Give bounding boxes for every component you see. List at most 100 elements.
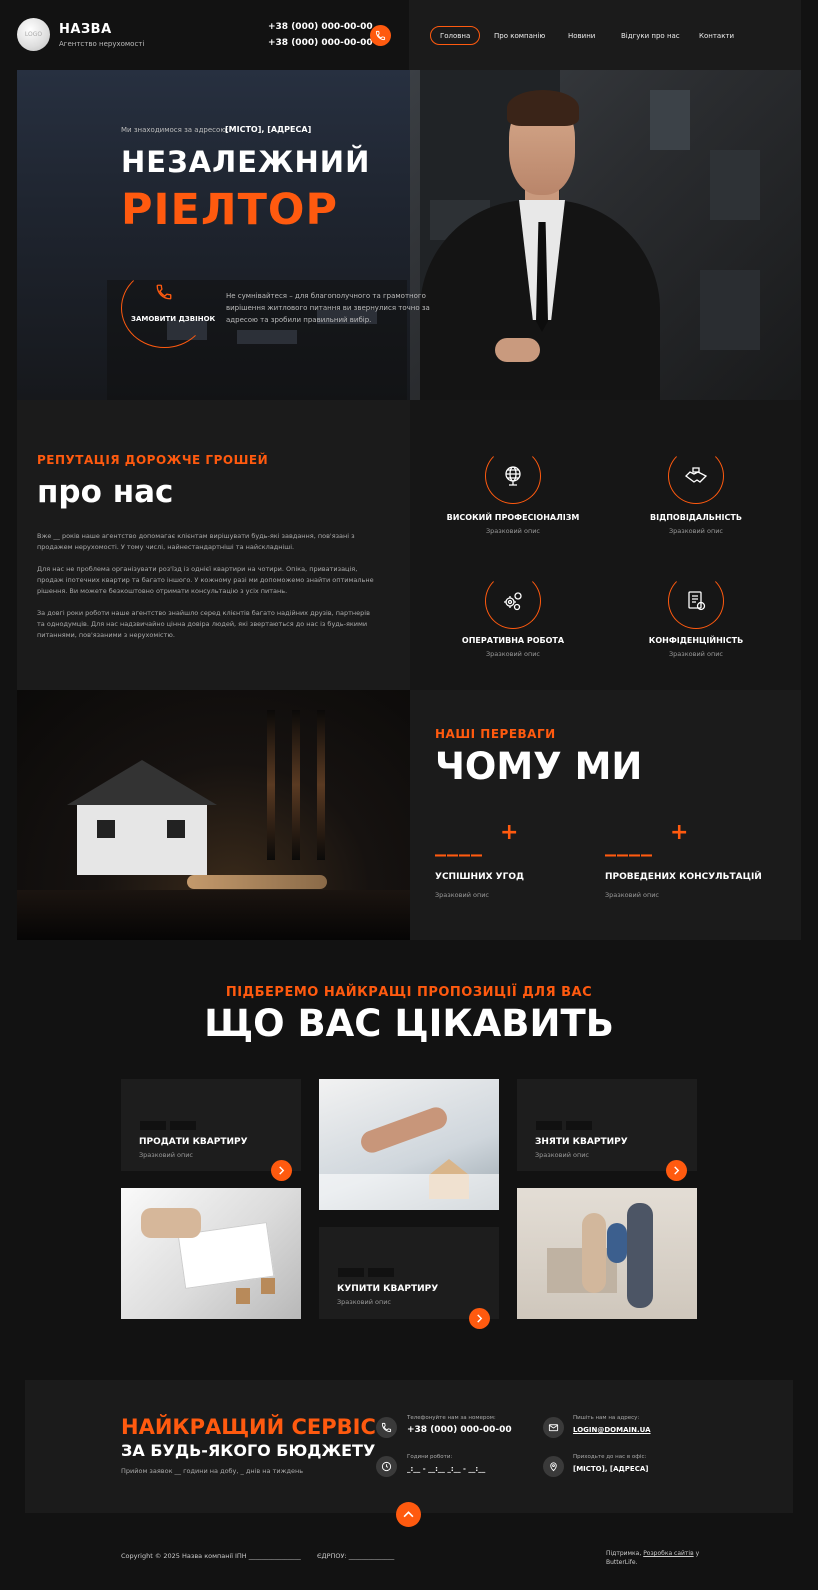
feature-title-4: КОНФІДЕНЦІЙНІСТЬ	[648, 636, 744, 645]
building-window	[650, 90, 690, 150]
feature-desc-4: Зразковий опис	[668, 650, 723, 658]
card-rent-arrow-button[interactable]	[666, 1160, 687, 1181]
contact-note: Прийом заявок __ години на добу, _ днів …	[121, 1467, 304, 1475]
email-label: Пишіть нам на адресу:	[573, 1415, 640, 1421]
feature-ring-1	[485, 448, 541, 504]
light-stripe	[267, 710, 275, 860]
contact-email[interactable]: LOGIN@DOMAIN.UA	[573, 1426, 651, 1434]
stat-title-1: УСПІШНИХ УГОД	[435, 872, 525, 882]
table-surface	[17, 890, 410, 940]
footer-ipn: ІПН ________________	[235, 1552, 301, 1560]
handshake-icon	[685, 467, 708, 483]
contact-title-2: ЗА БУДЬ-ЯКОГО БЮДЖЕТУ	[121, 1441, 376, 1460]
location-value: [МІСТО], [АДРЕСА]	[225, 125, 312, 134]
card-desc-rent: Зразковий опис	[535, 1151, 590, 1159]
hero-description: Не сумнівайтеся – для благополучного та …	[226, 292, 430, 324]
contact-phone[interactable]: +38 (000) 000-00-00	[407, 1425, 512, 1435]
card-buy-arrow-button[interactable]	[469, 1308, 490, 1329]
chevron-up-icon	[403, 1511, 414, 1518]
phone-contact-icon-circle	[376, 1417, 397, 1438]
page: LOGO НАЗВА Агентство нерухомості +38 (00…	[0, 0, 818, 1590]
stat-title-2: ПРОВЕДЕНИХ КОНСУЛЬТАЦІЙ	[605, 872, 762, 882]
services-subtitle: ПІДБЕРЕМО НАЙКРАЩІ ПРОПОЗИЦІЇ ДЛЯ ВАС	[225, 985, 593, 1000]
feature-desc-3: Зразковий опис	[485, 650, 540, 658]
brand-name[interactable]: НАЗВА	[59, 22, 112, 37]
feature-ring-3	[485, 573, 541, 629]
handshake-photo	[319, 1079, 499, 1210]
logo[interactable]: LOGO	[17, 18, 50, 51]
light-stripe	[292, 710, 300, 860]
feature-title-1: ВИСОКИЙ ПРОФЕСІОНАЛІЗМ	[446, 513, 580, 522]
documents-photo	[121, 1188, 301, 1319]
hours-label: Години роботи:	[407, 1454, 453, 1460]
house-model	[236, 1288, 250, 1304]
hero-background	[17, 70, 410, 400]
about-subtitle: РЕПУТАЦІЯ ДОРОЖЧЕ ГРОШЕЙ	[37, 453, 269, 467]
why-title: ЧОМУ МИ	[435, 745, 643, 788]
house-keys-photo	[17, 690, 410, 940]
header-phone-2[interactable]: +38 (000) 000-00-00	[268, 38, 373, 48]
location-contact-icon-circle	[543, 1456, 564, 1477]
footer-support-link[interactable]: Розробка сайтів	[643, 1550, 693, 1557]
location-label: Ми знаходимося за адресою:	[121, 126, 229, 134]
feature-title-3: ОПЕРАТИВНА РОБОТА	[461, 636, 565, 645]
nav-home[interactable]: Головна	[430, 26, 481, 45]
card-placeholder-bars	[536, 1121, 592, 1130]
globe-icon	[505, 466, 521, 486]
nav-about[interactable]: Про компанію	[494, 26, 545, 45]
contact-office: [МІСТО], [АДРЕСА]	[573, 1465, 649, 1473]
feature-desc-1: Зразковий опис	[485, 527, 540, 535]
scroll-to-top-button[interactable]	[396, 1502, 421, 1527]
chevron-right-icon	[279, 1166, 285, 1175]
woman	[582, 1213, 606, 1293]
document-icon	[688, 591, 706, 611]
man-hand	[495, 338, 540, 362]
nav-news[interactable]: Новини	[568, 26, 595, 45]
footer-support: Підтримка, Розробка сайтів у ButterLife.	[606, 1549, 716, 1567]
feature-ring-2	[668, 448, 724, 504]
card-placeholder-bars	[140, 1121, 196, 1130]
chevron-right-icon	[477, 1314, 483, 1323]
stat-desc-1: Зразковий опис	[435, 891, 490, 899]
keys	[187, 875, 327, 889]
brand-subtitle: Агентство нерухомості	[59, 40, 145, 48]
card-placeholder-bars	[338, 1268, 394, 1277]
clock-icon	[381, 1461, 392, 1472]
card-title-sell[interactable]: ПРОДАТИ КВАРТИРУ	[139, 1137, 248, 1147]
email-contact-icon-circle	[543, 1417, 564, 1438]
phone-icon[interactable]	[155, 283, 173, 301]
card-sell-arrow-button[interactable]	[271, 1160, 292, 1181]
phone-label: Телефонуйте нам за номером:	[407, 1415, 496, 1421]
house-window	[167, 820, 185, 838]
building-window	[700, 270, 760, 350]
building-window	[710, 150, 760, 220]
about-paragraph-2: Для нас не проблема організувати роз'їзд…	[37, 565, 374, 595]
services-title: ЩО ВАС ЦІКАВИТЬ	[204, 1002, 614, 1045]
about-title: про нас	[37, 474, 174, 510]
stat-plus-1: +	[500, 820, 520, 845]
child	[607, 1223, 627, 1263]
stat-value-1: ____	[435, 832, 483, 857]
building-window	[237, 330, 297, 344]
nav-contacts[interactable]: Контакти	[699, 26, 734, 45]
location-pin-icon	[550, 1462, 557, 1472]
light-stripe	[317, 710, 325, 860]
stat-plus-2: +	[670, 820, 690, 845]
header-phone-1[interactable]: +38 (000) 000-00-00	[268, 22, 373, 32]
clock-contact-icon-circle	[376, 1456, 397, 1477]
feature-title-2: ВІДПОВІДАЛЬНІСТЬ	[650, 513, 742, 522]
house-model	[261, 1278, 275, 1294]
stat-desc-2: Зразковий опис	[605, 891, 660, 899]
card-title-rent[interactable]: ЗНЯТИ КВАРТИРУ	[535, 1137, 628, 1147]
card-title-buy[interactable]: КУПИТИ КВАРТИРУ	[337, 1284, 438, 1294]
nav-reviews[interactable]: Відгуки про нас	[621, 26, 680, 45]
card-desc-buy: Зразковий опис	[337, 1298, 392, 1306]
hero-title-line1: НЕЗАЛЕЖНИЙ	[121, 145, 371, 179]
gears-icon	[504, 592, 522, 611]
call-button-ring[interactable]	[121, 268, 208, 348]
call-button[interactable]: ЗАМОВИТИ ДЗВІНОК	[131, 315, 215, 323]
phone-icon	[381, 1422, 392, 1433]
footer-edrpou: ЄДРПОУ: ______________	[317, 1552, 395, 1560]
house-window	[97, 820, 115, 838]
phone-call-button[interactable]	[370, 25, 391, 46]
